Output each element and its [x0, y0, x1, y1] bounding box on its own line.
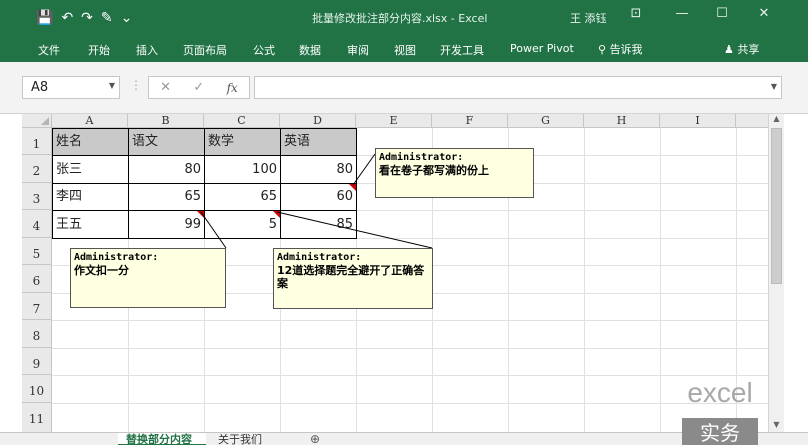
row-header[interactable]: 3: [22, 183, 52, 210]
comment-author: Administrator:: [277, 252, 362, 263]
column-header[interactable]: A: [52, 114, 128, 128]
row-header[interactable]: 6: [22, 265, 52, 293]
comment-box[interactable]: Administrator: 12道选择题完全避开了正确答案: [273, 248, 433, 309]
comment-text: 看在卷子都写满的份上: [379, 164, 489, 177]
row-header[interactable]: 10: [22, 375, 52, 403]
comment-box[interactable]: Administrator: 作文扣一分: [70, 248, 226, 308]
window-title: 批量修改批注部分内容.xlsx - Excel: [312, 12, 488, 25]
search-icon: ⚲: [598, 43, 610, 56]
undo-icon[interactable]: ↶: [61, 8, 73, 28]
share-label: 共享: [737, 43, 760, 56]
scroll-up-icon[interactable]: ▲: [771, 114, 782, 126]
scroll-thumb[interactable]: [771, 128, 782, 284]
close-button[interactable]: ✕: [752, 6, 776, 21]
insert-function-icon[interactable]: fx: [227, 81, 238, 95]
column-header[interactable]: F: [432, 114, 508, 128]
enter-icon[interactable]: ✓: [193, 80, 204, 95]
sheet-tab[interactable]: 关于我们: [210, 433, 280, 445]
gridline: [660, 128, 661, 432]
add-sheet-icon[interactable]: ⊕: [310, 432, 320, 445]
formula-input[interactable]: ▼: [254, 76, 782, 99]
formula-buttons: ✕ ✓ fx: [148, 76, 250, 99]
name-box-value: A8: [31, 80, 49, 95]
column-header[interactable]: B: [128, 114, 204, 128]
row-header[interactable]: 1: [22, 128, 52, 155]
cancel-icon[interactable]: ✕: [160, 80, 171, 95]
tab-formulas[interactable]: 公式: [253, 42, 275, 58]
column-header: [736, 114, 768, 128]
formula-bar-area: A8 ▼ ⋮ ✕ ✓ fx ▼: [0, 62, 808, 114]
expand-formula-bar-icon[interactable]: ▼: [771, 82, 777, 91]
column-header[interactable]: E: [356, 114, 432, 128]
tab-power-pivot[interactable]: Power Pivot: [510, 42, 574, 55]
tab-file[interactable]: 文件: [38, 42, 60, 58]
tab-insert[interactable]: 插入: [136, 42, 158, 58]
column-header[interactable]: C: [204, 114, 280, 128]
worksheet-grid[interactable]: A B C D E F G H I 1 2 3 4 5 6 7 8 9 10 1…: [22, 114, 768, 432]
column-header[interactable]: D: [280, 114, 356, 128]
minimize-button[interactable]: —: [670, 6, 694, 21]
comment-indicator[interactable]: [197, 211, 204, 218]
tab-data[interactable]: 数据: [299, 42, 321, 58]
save-icon[interactable]: 💾: [36, 8, 53, 28]
user-name[interactable]: 王 添钰: [570, 10, 607, 26]
watermark-text: excel: [687, 377, 753, 408]
column-header[interactable]: I: [660, 114, 736, 128]
sheet-tab-active[interactable]: 替换部分内容: [118, 433, 206, 445]
comment-box[interactable]: Administrator: 看在卷子都写满的份上: [375, 148, 534, 198]
person-icon: ♟: [724, 43, 738, 56]
tab-home[interactable]: 开始: [88, 42, 110, 58]
row-header[interactable]: 4: [22, 210, 52, 238]
ribbon-tabs: 文件 开始 插入 页面布局 公式 数据 审阅 视图 开发工具 Power Piv…: [0, 36, 808, 62]
maximize-button[interactable]: ☐: [710, 6, 734, 21]
select-all-corner[interactable]: [22, 114, 52, 128]
column-header[interactable]: H: [584, 114, 660, 128]
tell-me-label: 告诉我: [609, 43, 643, 56]
row-header[interactable]: 8: [22, 320, 52, 348]
quick-access-toolbar: 💾 ↶ ↷ ✎ ⌄: [36, 8, 132, 28]
redo-icon[interactable]: ↷: [81, 8, 93, 28]
row-header[interactable]: 5: [22, 238, 52, 265]
formula-bar-grip-icon: ⋮: [130, 78, 142, 92]
chevron-down-icon[interactable]: ▼: [109, 81, 115, 90]
row-header[interactable]: 9: [22, 348, 52, 375]
comment-text: 作文扣一分: [74, 264, 129, 277]
table-border: [128, 128, 205, 239]
row-header[interactable]: 2: [22, 155, 52, 183]
share-button[interactable]: ♟ 共享: [724, 41, 759, 57]
gridline: [584, 128, 585, 432]
tab-page-layout[interactable]: 页面布局: [183, 42, 227, 58]
name-box[interactable]: A8 ▼: [22, 76, 120, 99]
tab-developer[interactable]: 开发工具: [440, 42, 484, 58]
comment-indicator[interactable]: [349, 184, 356, 191]
tab-review[interactable]: 审阅: [347, 42, 369, 58]
comment-text: 12道选择题完全避开了正确答案: [277, 264, 425, 290]
vertical-scrollbar[interactable]: ▲ ▼: [768, 114, 784, 432]
row-header[interactable]: 11: [22, 403, 52, 432]
watermark: excel 实务: [680, 377, 760, 445]
touch-mode-icon[interactable]: ✎: [101, 8, 113, 28]
tell-me-search[interactable]: ⚲ 告诉我: [598, 41, 643, 57]
table-border: [280, 128, 281, 239]
comment-author: Administrator:: [74, 252, 159, 263]
comment-author: Administrator:: [379, 152, 464, 163]
column-header[interactable]: G: [508, 114, 584, 128]
watermark-badge: 实务: [682, 418, 758, 445]
tab-view[interactable]: 视图: [394, 42, 416, 58]
ribbon-display-icon[interactable]: ⊡: [624, 6, 648, 21]
title-bar: 💾 ↶ ↷ ✎ ⌄ 批量修改批注部分内容.xlsx - Excel 王 添钰 ⊡…: [0, 0, 808, 36]
customize-qat-icon[interactable]: ⌄: [121, 8, 133, 28]
comment-indicator[interactable]: [273, 211, 280, 218]
row-header[interactable]: 7: [22, 293, 52, 320]
scroll-down-icon[interactable]: ▼: [771, 420, 782, 432]
